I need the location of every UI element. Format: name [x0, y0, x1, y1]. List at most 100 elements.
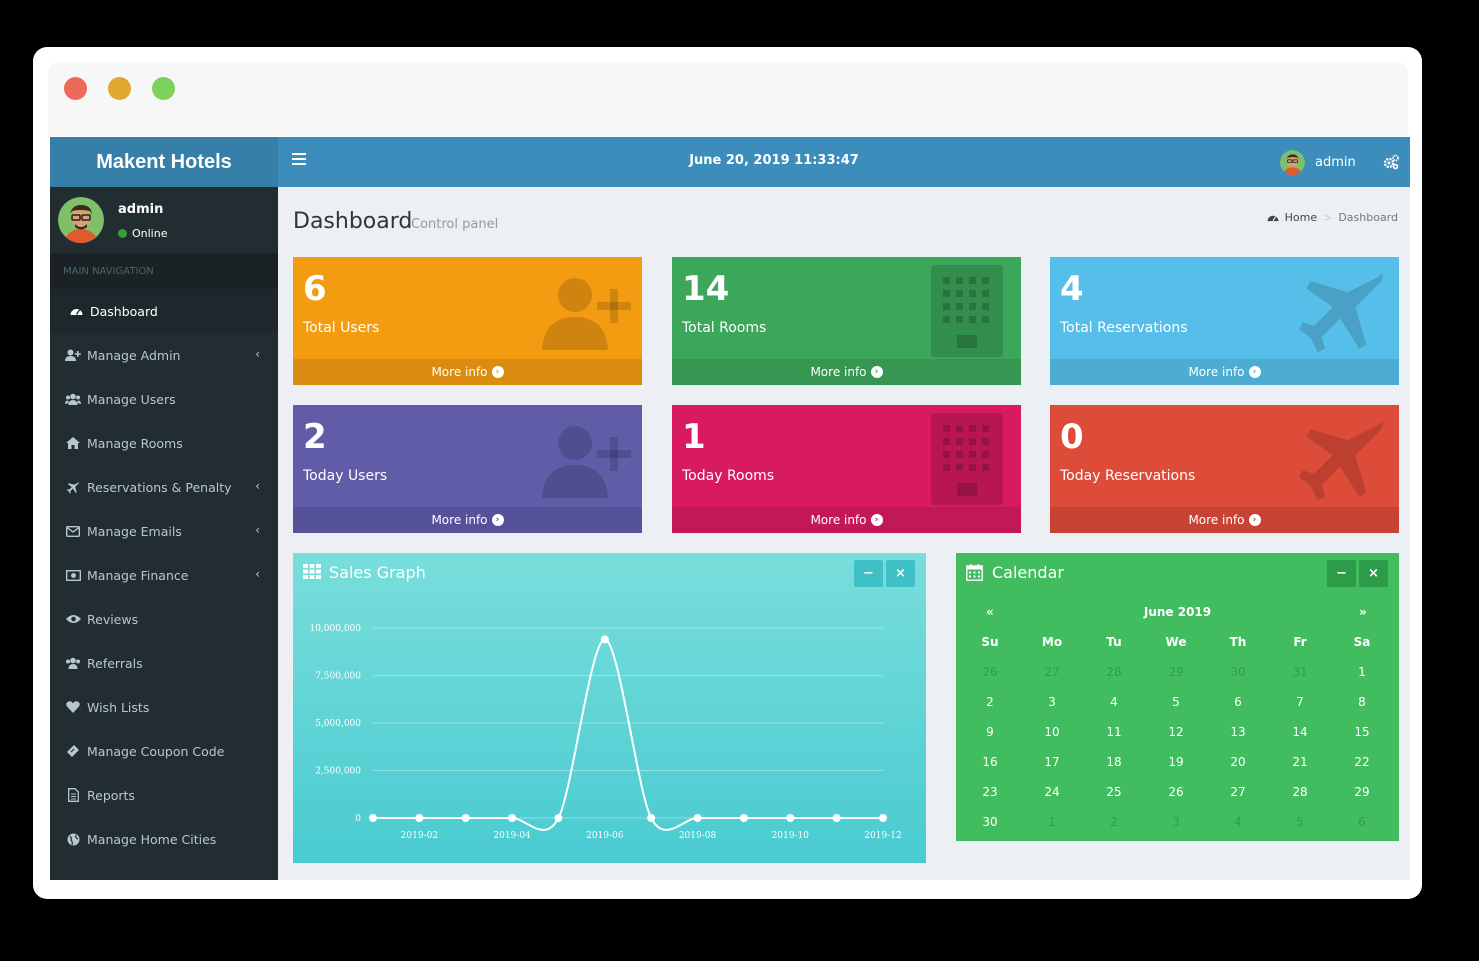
- calendar-day[interactable]: 21: [1269, 747, 1331, 777]
- sidebar-item-manage-users[interactable]: Manage Users: [50, 377, 278, 421]
- data-point[interactable]: [647, 814, 656, 822]
- data-point[interactable]: [369, 814, 377, 822]
- plane-icon: [1299, 413, 1389, 505]
- calendar-day[interactable]: 28: [1083, 657, 1145, 687]
- user-menu[interactable]: admin: [1280, 150, 1356, 175]
- sidebar-item-reservations-penalty[interactable]: Reservations & Penalty ‹: [50, 465, 278, 509]
- calendar-day[interactable]: 10: [1021, 717, 1083, 747]
- calendar-day[interactable]: 24: [1021, 777, 1083, 807]
- breadcrumb-home[interactable]: Home: [1285, 211, 1317, 224]
- calendar-day[interactable]: 6: [1207, 687, 1269, 717]
- plane-icon: [1299, 265, 1389, 357]
- data-point[interactable]: [415, 814, 424, 822]
- more-info-link[interactable]: More info ›: [1050, 359, 1399, 385]
- sidebar-item-manage-emails[interactable]: Manage Emails ‹: [50, 509, 278, 553]
- calendar-day[interactable]: 12: [1145, 717, 1207, 747]
- more-info-link[interactable]: More info ›: [1050, 507, 1399, 533]
- data-point[interactable]: [879, 814, 887, 822]
- calendar-day[interactable]: 6: [1331, 807, 1393, 837]
- minimize-window-button[interactable]: [108, 77, 131, 100]
- calendar-day[interactable]: 5: [1145, 687, 1207, 717]
- data-point[interactable]: [554, 814, 563, 822]
- calendar-day[interactable]: 27: [1021, 657, 1083, 687]
- calendar-next-button[interactable]: »: [1359, 605, 1367, 619]
- calendar-day[interactable]: 5: [1269, 807, 1331, 837]
- calendar-day[interactable]: 29: [1145, 657, 1207, 687]
- calendar-day[interactable]: 23: [959, 777, 1021, 807]
- dashboard-icon: [68, 303, 84, 319]
- more-info-link[interactable]: More info ›: [672, 359, 1021, 385]
- more-info-label: More info: [810, 365, 867, 379]
- sidebar-item-referrals[interactable]: Referrals: [50, 641, 278, 685]
- calendar-day[interactable]: 30: [959, 807, 1021, 837]
- maximize-window-button[interactable]: [152, 77, 175, 100]
- calendar-prev-button[interactable]: «: [986, 605, 994, 619]
- calendar-month-label[interactable]: June 2019: [956, 605, 1399, 619]
- close-window-button[interactable]: [64, 77, 87, 100]
- stat-box-total-users: 6 Total Users More info ›: [293, 257, 642, 385]
- more-info-link[interactable]: More info ›: [672, 507, 1021, 533]
- calendar-day[interactable]: 2: [1083, 807, 1145, 837]
- sidebar-item-dashboard[interactable]: Dashboard: [50, 289, 278, 333]
- data-point[interactable]: [786, 814, 795, 822]
- calendar-day[interactable]: 27: [1207, 777, 1269, 807]
- user-status-label: Online: [132, 227, 168, 240]
- settings-gears-icon[interactable]: [1383, 154, 1399, 170]
- calendar-day[interactable]: 4: [1083, 687, 1145, 717]
- data-point[interactable]: [739, 814, 748, 822]
- calendar-day[interactable]: 11: [1083, 717, 1145, 747]
- sidebar-item-manage-rooms[interactable]: Manage Rooms: [50, 421, 278, 465]
- calendar-week-row: 2345678: [959, 687, 1396, 717]
- calendar-day[interactable]: 30: [1207, 657, 1269, 687]
- calendar-day[interactable]: 1: [1021, 807, 1083, 837]
- calendar-day[interactable]: 19: [1145, 747, 1207, 777]
- sidebar-item-label: Manage Rooms: [87, 435, 183, 451]
- calendar-day[interactable]: 7: [1269, 687, 1331, 717]
- calendar-day[interactable]: 26: [1145, 777, 1207, 807]
- data-point[interactable]: [693, 814, 702, 822]
- file-icon: [65, 787, 81, 803]
- calendar-day[interactable]: 3: [1145, 807, 1207, 837]
- window-titlebar: [48, 62, 1408, 136]
- calendar-day[interactable]: 29: [1331, 777, 1393, 807]
- stat-label: Total Rooms: [682, 320, 767, 336]
- calendar-day[interactable]: 3: [1021, 687, 1083, 717]
- calendar-day[interactable]: 26: [959, 657, 1021, 687]
- calendar-day[interactable]: 18: [1083, 747, 1145, 777]
- current-datetime: June 20, 2019 11:33:47: [689, 153, 859, 168]
- close-button[interactable]: ×: [1359, 560, 1388, 587]
- calendar-day[interactable]: 17: [1021, 747, 1083, 777]
- sidebar-item-reports[interactable]: Reports: [50, 773, 278, 817]
- sidebar-item-manage-finance[interactable]: Manage Finance ‹: [50, 553, 278, 597]
- calendar-day[interactable]: 16: [959, 747, 1021, 777]
- calendar-day[interactable]: 15: [1331, 717, 1393, 747]
- sidebar-item-wish-lists[interactable]: Wish Lists: [50, 685, 278, 729]
- calendar-day[interactable]: 2: [959, 687, 1021, 717]
- data-point[interactable]: [461, 814, 470, 822]
- calendar-day[interactable]: 31: [1269, 657, 1331, 687]
- calendar-day[interactable]: 22: [1331, 747, 1393, 777]
- more-info-link[interactable]: More info ›: [293, 507, 642, 533]
- sidebar-item-manage-coupon-code[interactable]: Manage Coupon Code: [50, 729, 278, 773]
- calendar-day[interactable]: 28: [1269, 777, 1331, 807]
- calendar-day[interactable]: 13: [1207, 717, 1269, 747]
- calendar-day[interactable]: 25: [1083, 777, 1145, 807]
- calendar-day[interactable]: 9: [959, 717, 1021, 747]
- calendar-day[interactable]: 8: [1331, 687, 1393, 717]
- brand-logo[interactable]: Makent Hotels: [50, 137, 278, 187]
- globe-icon: [65, 831, 81, 847]
- calendar-day[interactable]: 20: [1207, 747, 1269, 777]
- sidebar-item-reviews[interactable]: Reviews: [50, 597, 278, 641]
- minimize-button[interactable]: −: [1327, 560, 1356, 587]
- data-point[interactable]: [508, 814, 517, 822]
- data-point[interactable]: [832, 814, 841, 822]
- sidebar-item-manage-home-cities[interactable]: Manage Home Cities: [50, 817, 278, 861]
- sidebar-item-manage-admin[interactable]: Manage Admin ‹: [50, 333, 278, 377]
- more-info-link[interactable]: More info ›: [293, 359, 642, 385]
- calendar-day[interactable]: 14: [1269, 717, 1331, 747]
- calendar-day[interactable]: 4: [1207, 807, 1269, 837]
- data-point[interactable]: [600, 635, 609, 644]
- calendar-nav: « June 2019 »: [956, 605, 1399, 625]
- calendar-day[interactable]: 1: [1331, 657, 1393, 687]
- stat-box-total-reservations: 4 Total Reservations More info ›: [1050, 257, 1399, 385]
